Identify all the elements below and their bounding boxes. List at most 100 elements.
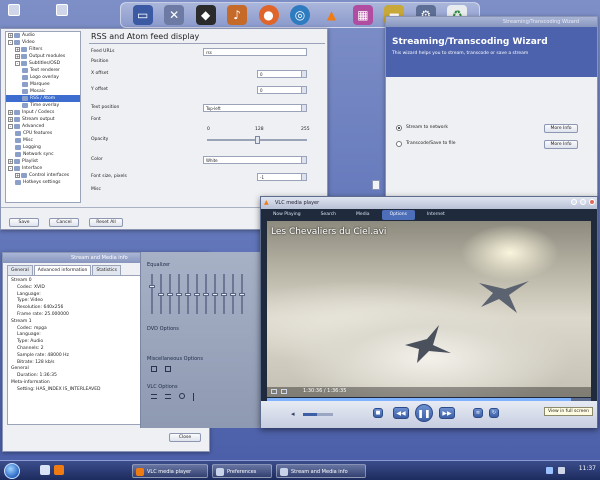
minimize-icon[interactable] — [571, 199, 577, 205]
cancel-button[interactable]: Cancel — [49, 218, 79, 227]
save-button[interactable]: Save — [9, 218, 39, 227]
desktop-icon-left[interactable] — [8, 4, 20, 16]
task-media-info[interactable]: Stream and Media info — [276, 464, 366, 478]
eq-band-handle[interactable] — [185, 293, 191, 296]
task-vlc[interactable]: VLC media player — [132, 464, 208, 478]
eq-band-handle[interactable] — [176, 293, 182, 296]
info-tree[interactable]: Stream 0 Codec: XVID Language: Type: Video R… — [7, 275, 141, 425]
tree-item[interactable]: Misc — [6, 137, 80, 144]
font-size-spinbox[interactable]: -1 — [257, 173, 307, 181]
eq-band-slider[interactable] — [194, 274, 200, 314]
tree-item[interactable]: Logging — [6, 144, 80, 151]
x-offset-spinbox[interactable]: 0 — [257, 70, 307, 78]
eq-band-handle[interactable] — [194, 293, 200, 296]
eq-band-slider[interactable] — [167, 274, 173, 314]
tree-item[interactable]: - Advanced — [6, 123, 80, 130]
monitor-icon[interactable]: ▭ — [132, 5, 153, 25]
tools-icon[interactable]: ✕ — [164, 5, 185, 25]
tree-item[interactable]: Marquee — [6, 81, 80, 88]
eq-band-handle[interactable] — [230, 293, 236, 296]
maximize-icon[interactable] — [580, 199, 586, 205]
feed-urls-input[interactable]: rss — [203, 48, 307, 56]
eq-band-handle[interactable] — [203, 293, 209, 296]
eq-band-handle[interactable] — [158, 293, 164, 296]
video-area[interactable]: Les Chevaliers du Ciel.avi — [267, 221, 591, 397]
preferences-tree[interactable]: + Audio - Video + Filters + Output modules - Subt… — [5, 31, 81, 203]
vlc-tab[interactable]: Options — [381, 210, 415, 220]
expand-icon[interactable]: + — [15, 54, 20, 59]
info-tab[interactable]: General — [7, 265, 33, 275]
more-info-button-1[interactable]: More Info — [544, 124, 578, 133]
close-icon[interactable] — [589, 199, 595, 205]
opacity-slider-handle[interactable] — [255, 136, 260, 144]
vlc-option-icon-2[interactable] — [165, 394, 171, 399]
expand-icon[interactable]: + — [15, 173, 20, 178]
tree-item[interactable]: Hotkeys settings — [6, 179, 80, 186]
tree-item[interactable]: + Stream output — [6, 116, 80, 123]
tree-item[interactable]: + Control interfaces — [6, 172, 80, 179]
expand-icon[interactable]: + — [15, 47, 20, 52]
tree-item[interactable]: - Video — [6, 39, 80, 46]
playlist-button[interactable]: ≡ — [473, 408, 483, 418]
tree-item[interactable]: + Output modules — [6, 53, 80, 60]
tree-item[interactable]: - Interface — [6, 165, 80, 172]
eq-band-handle[interactable] — [149, 285, 155, 289]
eq-band-slider[interactable] — [239, 274, 245, 314]
wizard-titlebar[interactable]: Streaming/Transcoding Wizard — [386, 17, 597, 27]
quick-launch-icon-2[interactable] — [54, 465, 64, 475]
info-tab[interactable]: Advanced information — [33, 265, 92, 275]
eq-band-slider[interactable] — [149, 274, 155, 314]
package-icon[interactable]: ▦ — [352, 5, 373, 25]
opacity-slider[interactable] — [207, 136, 307, 144]
eq-band-handle[interactable] — [221, 293, 227, 296]
tree-item[interactable]: RSS / Atom — [6, 95, 80, 102]
vlc-option-icon-3[interactable] — [179, 393, 185, 399]
vlc-tab[interactable]: Search — [313, 210, 344, 220]
tree-item[interactable]: + Playlist — [6, 158, 80, 165]
expand-icon[interactable]: + — [8, 110, 13, 115]
tree-item[interactable]: + Audio — [6, 32, 80, 39]
tree-item[interactable]: + Filters — [6, 46, 80, 53]
more-info-button-2[interactable]: More Info — [544, 140, 578, 149]
vlc-tab[interactable]: Media — [348, 210, 378, 220]
text-position-select[interactable]: Top-left — [203, 104, 307, 112]
tray-network-icon[interactable] — [546, 467, 553, 474]
expand-icon[interactable]: + — [8, 159, 13, 164]
eq-band-slider[interactable] — [158, 274, 164, 314]
tree-item[interactable]: Network sync — [6, 151, 80, 158]
eq-band-handle[interactable] — [212, 293, 218, 296]
color-select[interactable]: White — [203, 156, 307, 164]
volume-slider[interactable] — [303, 413, 333, 416]
eq-band-slider[interactable] — [185, 274, 191, 314]
extended-icon[interactable] — [281, 389, 287, 394]
tree-item[interactable]: + Input / Codecs — [6, 109, 80, 116]
vlc-tab[interactable]: Internet — [419, 210, 453, 220]
stream-network-radio[interactable] — [396, 125, 402, 131]
speaker-icon[interactable]: ◂ — [291, 410, 295, 418]
pause-button[interactable]: ❚❚ — [415, 404, 433, 422]
tree-item[interactable]: CPU features — [6, 130, 80, 137]
eq-band-handle[interactable] — [167, 293, 173, 296]
collapse-icon[interactable]: - — [8, 124, 13, 129]
desktop-icon-right[interactable] — [56, 4, 68, 16]
expand-icon[interactable]: + — [8, 117, 13, 122]
tree-item[interactable]: Mosaic — [6, 88, 80, 95]
misc-option-icon-1[interactable] — [151, 366, 157, 372]
expand-icon[interactable]: + — [8, 33, 13, 38]
tree-item[interactable]: Time overlay — [6, 102, 80, 109]
collapse-icon[interactable]: - — [8, 40, 13, 45]
eq-band-slider[interactable] — [230, 274, 236, 314]
stop-button[interactable]: ■ — [373, 408, 383, 418]
eq-band-slider[interactable] — [203, 274, 209, 314]
media-icon[interactable]: ♪ — [227, 5, 248, 25]
eq-band-slider[interactable] — [212, 274, 218, 314]
collapse-icon[interactable]: - — [8, 166, 13, 171]
vlc-tab[interactable]: Now Playing — [265, 210, 309, 220]
tree-item[interactable]: - Subtitles/OSD — [6, 60, 80, 67]
collapse-icon[interactable]: - — [15, 61, 20, 66]
repeat-button[interactable]: ↻ — [489, 408, 499, 418]
eq-band-slider[interactable] — [176, 274, 182, 314]
linux-penguin-icon[interactable]: ◆ — [195, 5, 216, 25]
vlc-option-icon-1[interactable] — [151, 394, 157, 399]
globe-icon[interactable]: ◎ — [289, 5, 310, 25]
